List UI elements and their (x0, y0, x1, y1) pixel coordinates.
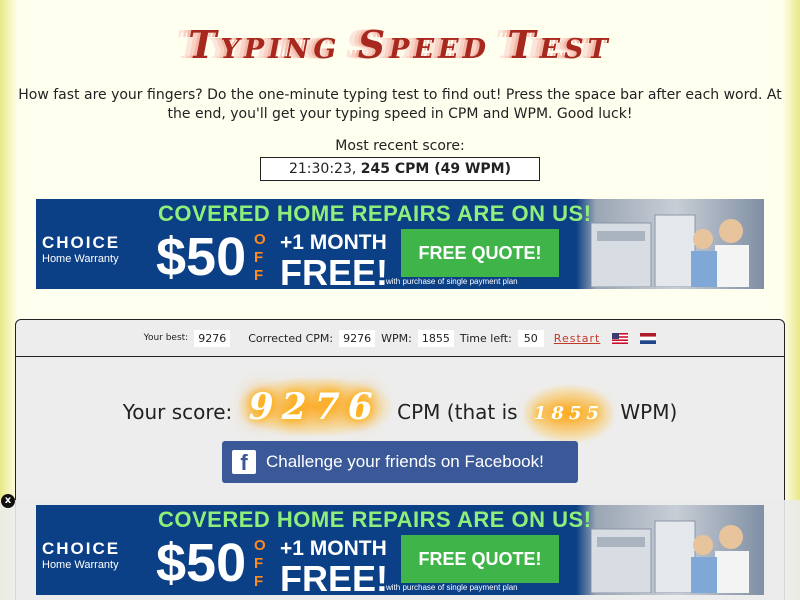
ad-month: +1 MONTH FREE! (280, 537, 390, 595)
ad-off: OFF (254, 231, 266, 284)
score-suffix: WPM) (620, 400, 678, 424)
ad-cta-button[interactable]: FREE QUOTE! (401, 535, 559, 583)
nl-flag-icon[interactable] (640, 332, 657, 344)
best-label: Your best: (143, 333, 189, 343)
recent-score-box: 21:30:23, 245 CPM (49 WPM) (260, 157, 540, 181)
page-title: Typing Speed Test (188, 22, 612, 67)
score-line: Your score: 9276 CPM (that is 1855 WPM) (0, 378, 800, 443)
time-left-label: Time left: (459, 331, 512, 345)
ad-banner-bottom[interactable]: COVERED HOME REPAIRS ARE ON US! CHOICE H… (36, 505, 764, 595)
facebook-challenge-label: Challenge your friends on Facebook! (266, 452, 544, 471)
ad-appliances-image (591, 214, 749, 287)
ad-fine-print: with purchase of single payment plan (386, 277, 518, 286)
restart-link[interactable]: Restart (554, 332, 601, 345)
ad-brand-sub: Home Warranty (42, 559, 119, 571)
score-prefix: Your score: (122, 400, 233, 424)
ad-off: OFF (254, 537, 266, 590)
wpm-label: WPM: (381, 331, 412, 345)
ad-month: +1 MONTH FREE! (280, 231, 390, 289)
ad-price: $50 (156, 533, 247, 593)
score-middle: CPM (that is (397, 400, 518, 424)
ad-price: $50 (156, 227, 247, 287)
ad-headline: COVERED HOME REPAIRS ARE ON US! (158, 507, 592, 532)
recent-score-label: Most recent score: (335, 138, 465, 154)
ad-logo: CHOICE Home Warranty (42, 539, 152, 571)
recent-score-time: 21:30:23, (288, 161, 357, 177)
ad-appliances-image (591, 520, 749, 593)
facebook-icon: f (232, 450, 256, 475)
facebook-challenge-button[interactable]: f Challenge your friends on Facebook! (222, 441, 578, 483)
corrected-cpm-label: Corrected CPM: (248, 331, 334, 345)
corrected-cpm-value: 9276 (339, 329, 376, 347)
time-left-value: 50 (517, 329, 544, 347)
wpm-value: 1855 (417, 329, 454, 347)
ad-fine-print: with purchase of single payment plan (386, 583, 518, 592)
ad-banner-top[interactable]: COVERED HOME REPAIRS ARE ON US! CHOICE H… (36, 199, 764, 289)
ad-brand: CHOICE (42, 539, 121, 558)
ad-month-line2: FREE! (280, 252, 388, 290)
score-cpm: 9276 (238, 378, 391, 436)
best-value: 9276 (194, 329, 231, 347)
ad-brand: CHOICE (42, 233, 121, 252)
intro-text: How fast are your fingers? Do the one-mi… (18, 87, 782, 122)
ad-brand-sub: Home Warranty (42, 253, 119, 265)
ad-headline: COVERED HOME REPAIRS ARE ON US! (158, 201, 592, 226)
ad-month-line2: FREE! (280, 558, 388, 596)
ad-cta-button[interactable]: FREE QUOTE! (401, 229, 559, 277)
stats-bar: Your best: 9276 Corrected CPM: 9276 WPM:… (16, 320, 784, 357)
recent-score-value: 245 CPM (49 WPM) (360, 161, 511, 177)
ad-logo: CHOICE Home Warranty (42, 233, 152, 265)
us-flag-icon[interactable] (612, 332, 629, 344)
close-ad-icon[interactable]: x (1, 494, 15, 508)
score-wpm: 1855 (523, 385, 615, 443)
